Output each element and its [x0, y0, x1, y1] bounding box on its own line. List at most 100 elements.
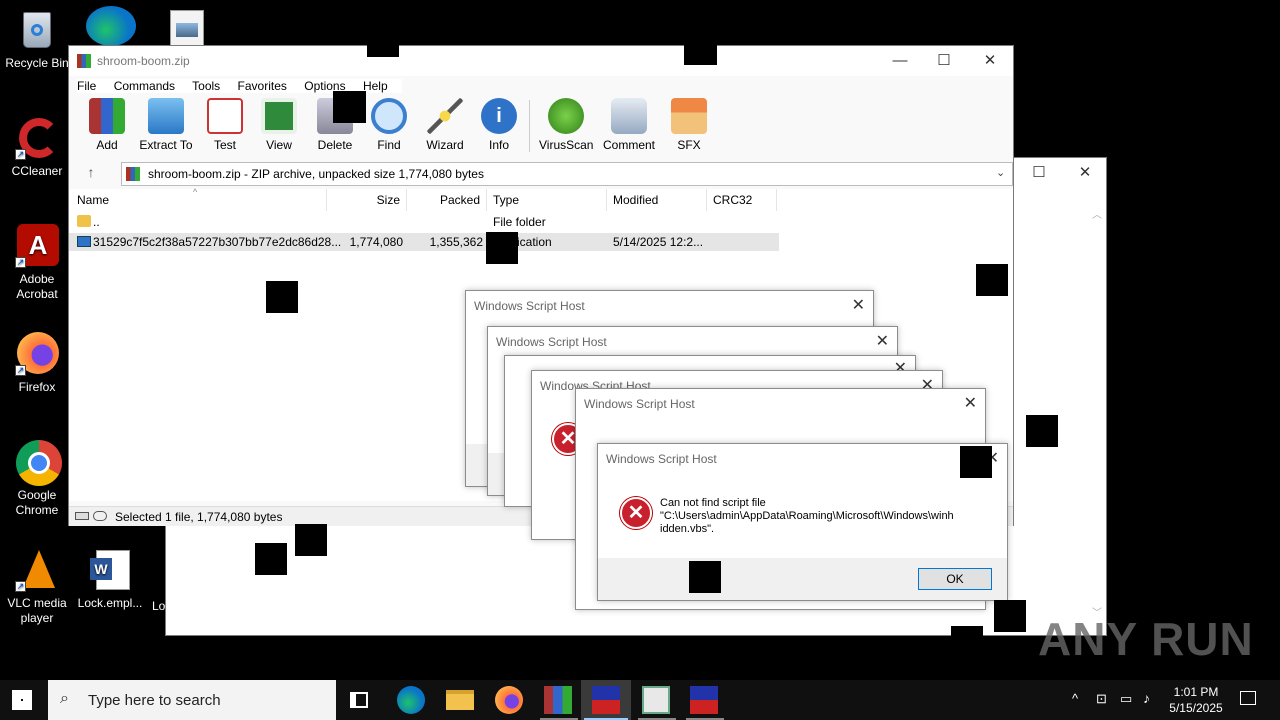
clock-time: 1:01 PM [1173, 685, 1219, 699]
desktop: Recycle Bin ↗ CCleaner A ↗ Adobe Acrobat… [0, 0, 1280, 720]
menu-help[interactable]: Help [363, 79, 388, 93]
path-text: shroom-boom.zip - ZIP archive, unpacked … [148, 167, 484, 181]
info-icon: i [481, 98, 517, 134]
desktop-icon-label: Firefox [18, 380, 56, 394]
redaction-block [333, 91, 366, 123]
app-window-taskbar-icon[interactable] [642, 686, 670, 714]
image-file-icon[interactable] [170, 10, 204, 46]
script-host-taskbar-icon-2[interactable] [690, 686, 718, 714]
maximize-button[interactable]: ☐ [1016, 158, 1062, 188]
anyrun-watermark: ANY RUN [1038, 613, 1254, 665]
search-icon: ⌕ [60, 690, 69, 707]
desktop-icon-adobe-acrobat[interactable]: A ↗ Adobe Acrobat [1, 224, 73, 302]
virusscan-bug-icon [548, 98, 584, 134]
notifications-icon[interactable] [1240, 691, 1256, 705]
winrar-taskbar-icon[interactable] [544, 686, 572, 714]
column-header-crc32[interactable]: CRC32 [707, 189, 777, 211]
message-line: "C:\Users\admin\AppData\Roaming\Microsof… [660, 510, 954, 522]
task-view-icon[interactable] [350, 692, 368, 708]
scrollbar[interactable]: ︿ ﹀ [1090, 202, 1106, 622]
winrar-titlebar[interactable]: shroom-boom.zip — ☐ ✕ [69, 46, 1013, 76]
up-arrow-icon[interactable]: ↑ [79, 164, 103, 184]
dialog-footer: OK [598, 558, 1007, 600]
wsh-dialog-front[interactable]: Windows Script Host ✕ ✕ Can not find scr… [597, 443, 1008, 601]
file-explorer-icon[interactable] [446, 690, 474, 710]
taskbar: ⌕ Type here to search ^ ⊡ ▭ ♪ 1:01 PM 5/… [0, 680, 1280, 720]
search-placeholder: Type here to search [88, 692, 221, 709]
menu-commands[interactable]: Commands [114, 79, 175, 93]
toolbar-divider [529, 100, 530, 152]
winrar-app-icon [77, 54, 91, 68]
folder-extract-icon [148, 98, 184, 134]
chevron-up-icon[interactable]: ^ [1072, 691, 1078, 706]
clock[interactable]: 1:01 PM 5/15/2025 [1166, 684, 1226, 716]
script-host-taskbar-icon[interactable] [592, 686, 620, 714]
column-header-name[interactable]: Name [71, 189, 327, 211]
desktop-icon-vlc[interactable]: ↗ VLC media player [1, 548, 73, 626]
column-header-modified[interactable]: Modified [607, 189, 707, 211]
toolbar-find-button[interactable]: Find [369, 98, 409, 152]
menu-tools[interactable]: Tools [192, 79, 220, 93]
redaction-block [960, 446, 992, 478]
close-button[interactable]: ✕ [967, 46, 1013, 76]
row-size: 1,774,080 [349, 235, 403, 249]
ccleaner-icon: ↗ [15, 116, 59, 160]
adobe-acrobat-icon: A ↗ [15, 224, 59, 268]
toolbar-sfx-button[interactable]: SFX [669, 98, 709, 152]
toolbar-info-button[interactable]: i Info [479, 98, 519, 152]
network-icon[interactable]: ⊡ [1096, 691, 1107, 707]
maximize-button[interactable]: ☐ [921, 46, 967, 76]
message-line: Can not find script file [660, 497, 766, 509]
toolbar-virusscan-button[interactable]: VirusScan [539, 98, 593, 152]
monitor-icon[interactable]: ▭ [1120, 691, 1132, 707]
desktop-icon-google-chrome[interactable]: Google Chrome [1, 440, 73, 518]
redaction-block [684, 45, 717, 65]
toolbar-extract-button[interactable]: Extract To [139, 98, 193, 152]
word-document-icon: W [88, 548, 132, 592]
toolbar-test-button[interactable]: Test [205, 98, 245, 152]
desktop-icon-recycle-bin[interactable]: Recycle Bin [1, 8, 73, 71]
desktop-icon-firefox[interactable]: ↗ Firefox [1, 332, 73, 395]
windows-start-icon[interactable] [12, 690, 32, 710]
dialog-title: Windows Script Host [496, 335, 607, 349]
toolbar-comment-button[interactable]: Comment [601, 98, 657, 152]
minimize-button[interactable]: — [877, 46, 923, 76]
drive-icon [75, 512, 89, 520]
chevron-down-icon[interactable]: ⌄ [996, 166, 1005, 179]
volume-icon[interactable]: ♪ [1143, 690, 1150, 706]
path-bar[interactable]: shroom-boom.zip - ZIP archive, unpacked … [121, 162, 1013, 186]
edge-desktop-icon[interactable] [86, 6, 136, 46]
toolbar-view-button[interactable]: View [259, 98, 299, 152]
row-name: 31529c7f5c2f38a57227b307bb77e2dc86d28... [93, 235, 342, 249]
menu-file[interactable]: File [77, 79, 96, 93]
archive-icon [126, 167, 140, 181]
add-archive-icon [89, 98, 125, 134]
row-type: ication [517, 235, 552, 249]
view-book-icon [261, 98, 297, 134]
edge-taskbar-icon[interactable] [397, 686, 425, 714]
close-icon[interactable]: ✕ [964, 393, 977, 413]
close-icon[interactable]: ✕ [852, 295, 865, 315]
folder-icon [77, 215, 91, 227]
column-header-size[interactable]: Size [327, 189, 407, 211]
redaction-block [976, 264, 1008, 296]
firefox-icon: ↗ [15, 332, 59, 376]
scroll-up-icon[interactable]: ︿ [1092, 206, 1102, 221]
menu-favorites[interactable]: Favorites [238, 79, 287, 93]
redaction-block [367, 45, 399, 57]
close-icon[interactable]: ✕ [1062, 158, 1108, 188]
row-packed: 1,355,362 [429, 235, 483, 249]
ok-button[interactable]: OK [918, 568, 992, 590]
column-header-packed[interactable]: Packed [407, 189, 487, 211]
desktop-icon-lock-empl[interactable]: W Lock.empl... [74, 548, 146, 611]
search-box[interactable]: ⌕ Type here to search [48, 680, 336, 720]
table-row-selected[interactable]: 31529c7f5c2f38a57227b307bb77e2dc86d28...… [69, 233, 779, 251]
application-file-icon [77, 236, 91, 247]
desktop-icon-ccleaner[interactable]: ↗ CCleaner [1, 116, 73, 179]
close-icon[interactable]: ✕ [876, 331, 889, 351]
table-row[interactable]: .. File folder [69, 213, 779, 231]
firefox-taskbar-icon[interactable] [495, 686, 523, 714]
toolbar-wizard-button[interactable]: Wizard [423, 98, 467, 152]
column-header-type[interactable]: Type [487, 189, 607, 211]
toolbar-add-button[interactable]: Add [87, 98, 127, 152]
